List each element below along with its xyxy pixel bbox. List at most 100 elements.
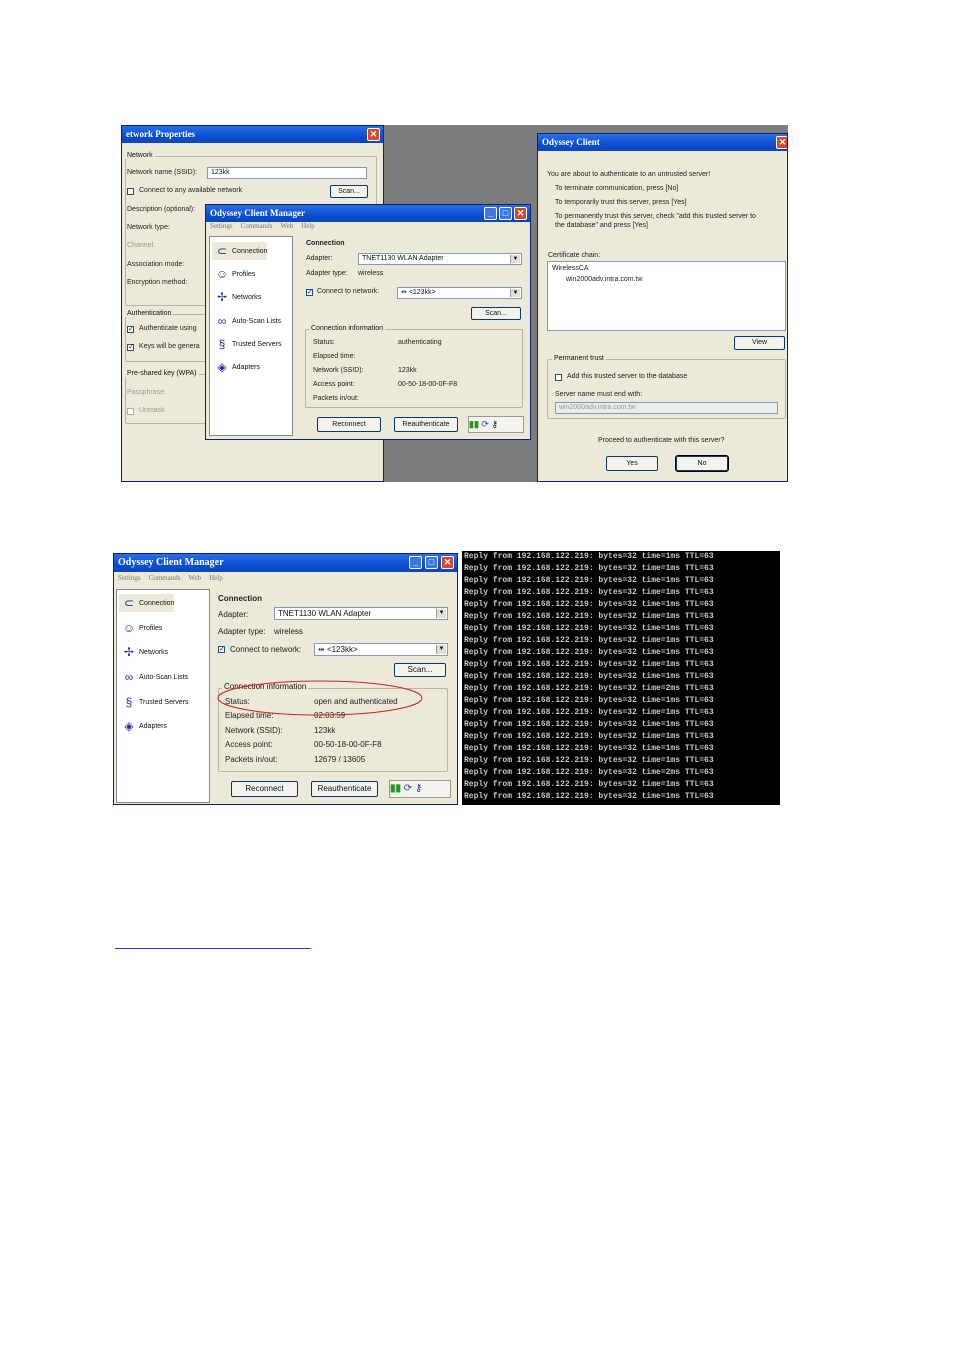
keys-generated-label: Keys will be genera bbox=[139, 343, 200, 350]
nav-profiles[interactable]: ☺ Profiles bbox=[119, 619, 162, 637]
signal-strength-icon: ▮▮ bbox=[390, 783, 402, 794]
cert-child[interactable]: win2000adv.intra.com.tw bbox=[566, 276, 643, 283]
ssid-value: 123kk bbox=[398, 367, 417, 374]
ocm1-info-label: Connection information bbox=[309, 325, 385, 332]
nav-connection-label: Connection bbox=[232, 247, 268, 255]
minimize-button[interactable]: _ bbox=[409, 556, 422, 569]
ssid-key: Network (SSID): bbox=[225, 726, 283, 735]
nav-profiles[interactable]: ☺ Profiles bbox=[212, 265, 255, 283]
menu-web[interactable]: Web bbox=[188, 574, 201, 582]
nav-trusted-servers-label: Trusted Servers bbox=[232, 340, 282, 348]
np-network-group-label: Network bbox=[125, 152, 155, 159]
menu-help[interactable]: Help bbox=[301, 222, 315, 230]
menu-commands[interactable]: Commands bbox=[241, 222, 273, 230]
packets-key: Packets in/out: bbox=[225, 755, 278, 764]
terminal-line: Reply from 192.168.122.219: bytes=32 tim… bbox=[464, 672, 714, 681]
scan-button[interactable]: Scan... bbox=[330, 185, 368, 198]
auth-using-checkbox[interactable]: ✓ bbox=[127, 326, 134, 333]
maximize-button[interactable]: □ bbox=[425, 556, 438, 569]
nav-trusted-servers[interactable]: § Trusted Servers bbox=[119, 693, 189, 711]
unmask-checkbox[interactable] bbox=[127, 408, 134, 415]
reconnect-button[interactable]: Reconnect bbox=[317, 417, 381, 432]
nav-connection[interactable]: ⊂ Connection bbox=[119, 594, 175, 612]
profiles-icon: ☺ bbox=[122, 621, 136, 635]
add-trusted-checkbox[interactable] bbox=[555, 374, 562, 381]
nav-adapters[interactable]: ◈ Adapters bbox=[119, 717, 167, 735]
nav-auto-scan-label: Auto-Scan Lists bbox=[139, 673, 189, 681]
minimize-button[interactable]: _ bbox=[484, 207, 497, 220]
server-end-label: Server name must end with: bbox=[555, 391, 643, 398]
menu-settings[interactable]: Settings bbox=[210, 222, 233, 230]
odyssey-client-dialog: Odyssey Client ✕ You are about to authen… bbox=[537, 133, 788, 482]
reauthenticate-button[interactable]: Reauthenticate bbox=[394, 417, 458, 432]
maximize-button[interactable]: □ bbox=[499, 207, 512, 220]
hyperlink[interactable] bbox=[115, 947, 311, 949]
auto-scan-icon: ∞ bbox=[217, 314, 227, 328]
connect-any-checkbox[interactable] bbox=[127, 188, 134, 195]
connect-checkbox[interactable]: ✓ bbox=[306, 289, 313, 296]
packets-key: Packets in/out: bbox=[313, 395, 359, 402]
packets-value: 12679 / 13605 bbox=[314, 755, 366, 764]
status-value: authenticating bbox=[398, 339, 442, 346]
ocm2-title: Odyssey Client Manager bbox=[118, 557, 224, 568]
connection-heading: Connection bbox=[218, 594, 262, 603]
scan-button[interactable]: Scan... bbox=[471, 307, 521, 320]
cert-chain-tree[interactable]: WirelessCA win2000adv.intra.com.tw bbox=[547, 261, 786, 331]
oc-line1: To terminate communication, press [No] bbox=[555, 185, 679, 192]
oc-line3b: the database" and press [Yes] bbox=[555, 222, 648, 229]
close-button[interactable]: ✕ bbox=[514, 207, 527, 220]
menu-settings[interactable]: Settings bbox=[118, 574, 141, 582]
ap-value: 00-50-18-00-0F-F8 bbox=[314, 740, 382, 749]
close-button[interactable]: ✕ bbox=[776, 136, 787, 149]
terminal-line: Reply from 192.168.122.219: bytes=32 tim… bbox=[464, 564, 714, 573]
proceed-question: Proceed to authenticate with this server… bbox=[598, 437, 725, 444]
keys-generated-checkbox[interactable]: ✓ bbox=[127, 344, 134, 351]
menu-help[interactable]: Help bbox=[209, 574, 223, 582]
perm-trust-label: Permanent trust bbox=[552, 355, 606, 362]
network-value: <123kk> bbox=[408, 289, 436, 296]
sync-icon: ⟳ bbox=[401, 783, 415, 794]
nav-connection[interactable]: ⊂ Connection bbox=[212, 242, 268, 260]
no-button[interactable]: No bbox=[675, 455, 729, 472]
menu-commands[interactable]: Commands bbox=[149, 574, 181, 582]
yes-button[interactable]: Yes bbox=[606, 456, 658, 471]
adapter-select[interactable]: TNET1130 WLAN Adapter ▼ bbox=[274, 607, 448, 620]
connect-checkbox[interactable]: ✓ bbox=[218, 646, 225, 653]
view-button[interactable]: View bbox=[734, 336, 785, 350]
status-tray: ▮▮ ⟳ ⚷ bbox=[389, 780, 451, 798]
cert-root[interactable]: WirelessCA bbox=[552, 265, 589, 272]
nav-adapters-label: Adapters bbox=[232, 363, 261, 371]
ocm1-nav-panel: ⊂ Connection ☺ Profiles ✢ Networks ∞ Auto-Sc… bbox=[209, 236, 293, 436]
menu-web[interactable]: Web bbox=[280, 222, 293, 230]
nav-auto-scan[interactable]: ∞ Auto-Scan Lists bbox=[212, 312, 281, 330]
oc-line3a: To permanently trust this server, check … bbox=[555, 213, 756, 220]
server-end-field[interactable]: win2000adv.intra.com.tw bbox=[555, 402, 778, 414]
nav-networks[interactable]: ✢ Networks bbox=[212, 288, 261, 306]
nav-networks[interactable]: ✢ Networks bbox=[119, 643, 168, 661]
ocm2-menubar: Settings Commands Web Help bbox=[114, 574, 457, 586]
reconnect-button[interactable]: Reconnect bbox=[231, 781, 298, 797]
adapter-type-value: wireless bbox=[274, 627, 303, 636]
close-button[interactable]: ✕ bbox=[367, 128, 380, 141]
terminal-line: Reply from 192.168.122.219: bytes=32 tim… bbox=[464, 756, 714, 765]
client-manager-window-top: Odyssey Client Manager _ □ ✕ Settings Com… bbox=[205, 204, 531, 440]
reauthenticate-button[interactable]: Reauthenticate bbox=[311, 781, 378, 797]
terminal-line: Reply from 192.168.122.219: bytes=32 tim… bbox=[464, 576, 714, 585]
ssid-field[interactable]: 123kk bbox=[207, 167, 367, 179]
network-icon: ⇹ bbox=[318, 645, 327, 654]
chevron-down-icon: ▼ bbox=[510, 255, 520, 263]
ssid-value: 123kk bbox=[314, 726, 336, 735]
nav-trusted-servers[interactable]: § Trusted Servers bbox=[212, 335, 282, 353]
close-button[interactable]: ✕ bbox=[441, 556, 454, 569]
scan-button[interactable]: Scan... bbox=[394, 663, 446, 677]
adapter-select[interactable]: TNET1130 WLAN Adapter ▼ bbox=[358, 253, 522, 265]
network-select[interactable]: ⇹ <123kk> ▼ bbox=[397, 287, 522, 299]
nav-adapters[interactable]: ◈ Adapters bbox=[212, 358, 260, 376]
network-type-label: Network type: bbox=[127, 224, 170, 231]
network-select[interactable]: ⇹ <123kk> ▼ bbox=[314, 643, 448, 656]
terminal-line: Reply from 192.168.122.219: bytes=32 tim… bbox=[464, 780, 714, 789]
np-psk-group-label: Pre-shared key (WPA) bbox=[125, 370, 199, 377]
profiles-icon: ☺ bbox=[215, 267, 229, 281]
signal-strength-icon: ▮▮ bbox=[469, 419, 479, 429]
nav-auto-scan[interactable]: ∞ Auto-Scan Lists bbox=[119, 668, 188, 686]
